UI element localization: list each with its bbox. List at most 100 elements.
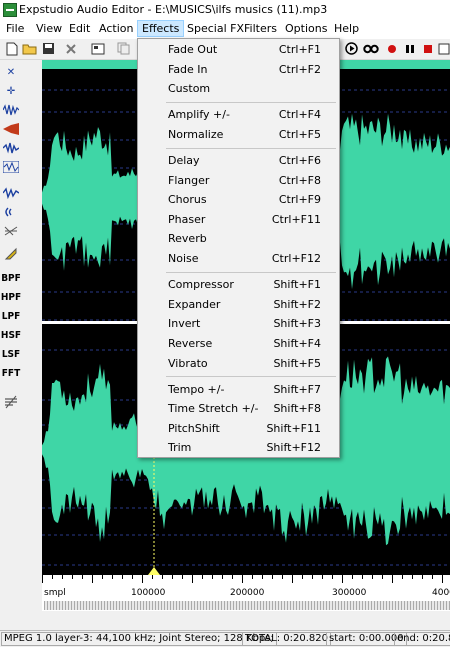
menu-item-label: Amplify +/-: [168, 108, 230, 122]
menu-item-flanger[interactable]: Flanger Ctrl+F8: [138, 171, 339, 190]
fft-button[interactable]: FFT: [2, 365, 20, 381]
menu-item-label: Normalize: [168, 127, 224, 141]
waveform-view-icon[interactable]: [2, 102, 20, 118]
echo-icon[interactable]: [2, 185, 20, 201]
menu-effects[interactable]: Effects: [137, 20, 185, 37]
effects-menu: Fade Out Ctrl+F1 Fade In Ctrl+F2 Custom Ampli…: [137, 38, 340, 458]
bpf-filter-button[interactable]: BPF: [1, 270, 21, 286]
loop-icon[interactable]: [362, 41, 380, 56]
play-cursor-marker: [148, 567, 160, 575]
fade-icon[interactable]: [2, 121, 20, 137]
menu-item-label: Delay: [168, 154, 200, 167]
menu-item-fade-in[interactable]: Fade In Ctrl+F2: [138, 60, 339, 79]
stop-icon[interactable]: [420, 41, 435, 56]
copy-icon[interactable]: [116, 41, 131, 56]
menu-item-pitchshift[interactable]: PitchShift Shift+F11: [138, 419, 339, 438]
menu-item-label: Fade In: [168, 62, 208, 76]
zoom-full-icon[interactable]: ✕: [2, 64, 20, 80]
menu-item-chorus[interactable]: Chorus Ctrl+F9: [138, 190, 339, 209]
menu-item-trim[interactable]: Trim Shift+F12: [138, 438, 339, 457]
menu-item-shortcut: Ctrl+F12: [271, 252, 321, 265]
title-bar: Expstudio Audio Editor - E:\MUSICS\ilfs …: [0, 0, 450, 20]
ruler-tick-label: 100000: [131, 588, 166, 598]
left-toolbar: ✕ ✛ BPF HPF LPF HSF LSF FFT: [0, 60, 21, 630]
lsf-filter-button[interactable]: LSF: [2, 346, 20, 362]
selection-end: end: 0:20.82: [394, 632, 450, 646]
menu-item-shortcut: Ctrl+F1: [278, 43, 321, 56]
menu-item-shortcut: Ctrl+F6: [278, 154, 321, 167]
menu-separator: [166, 101, 336, 103]
normalize-icon[interactable]: [2, 159, 20, 175]
menu-item-shortcut: Ctrl+F2: [278, 62, 321, 76]
menu-options[interactable]: Options: [285, 22, 327, 35]
menu-item-shortcut: Shift+F8: [273, 402, 321, 416]
ruler-tick-label: 300000: [332, 588, 367, 598]
menu-item-shortcut: Shift+F7: [273, 382, 321, 396]
menu-item-label: Compressor: [168, 278, 234, 292]
menu-item-invert[interactable]: Invert Shift+F3: [138, 314, 339, 333]
record-icon[interactable]: [384, 41, 399, 56]
menu-item-shortcut: Shift+F2: [273, 297, 321, 311]
amplify-icon[interactable]: [2, 140, 20, 156]
menu-item-custom[interactable]: Custom: [138, 79, 339, 98]
menu-item-reverb[interactable]: Reverb: [138, 229, 339, 248]
menu-item-noise[interactable]: Noise Ctrl+F12: [138, 249, 339, 268]
reverb-icon[interactable]: [2, 204, 20, 220]
lpf-filter-button[interactable]: LPF: [2, 308, 20, 324]
menu-separator: [166, 147, 336, 149]
total-length: TOTAL: 0:20.820: [242, 632, 331, 646]
menu-item-shortcut: Ctrl+F9: [278, 193, 321, 207]
menu-item-normalize[interactable]: Normalize Ctrl+F5: [138, 125, 339, 144]
menu-special-fx[interactable]: Special FX: [187, 22, 244, 35]
menu-file[interactable]: File: [6, 22, 24, 35]
menu-item-shortcut: Ctrl+F4: [278, 108, 321, 122]
new-file-icon[interactable]: [4, 41, 19, 56]
menu-item-shortcut: Shift+F3: [273, 317, 321, 331]
menu-item-amplify[interactable]: Amplify +/- Ctrl+F4: [138, 105, 339, 124]
menu-filters[interactable]: Filters: [244, 22, 277, 35]
menu-item-delay[interactable]: Delay Ctrl+F6: [138, 151, 339, 170]
menu-separator: [166, 376, 336, 378]
hsf-filter-button[interactable]: HSF: [1, 327, 21, 343]
pause-icon[interactable]: [402, 41, 417, 56]
menu-item-vibrato[interactable]: Vibrato Shift+F5: [138, 354, 339, 373]
zoom-in-icon[interactable]: ✛: [2, 83, 20, 99]
menu-item-expander[interactable]: Expander Shift+F2: [138, 295, 339, 314]
menu-item-label: PitchShift: [168, 421, 220, 435]
hpf-filter-button[interactable]: HPF: [1, 289, 21, 305]
menu-item-label: Fade Out: [168, 43, 218, 56]
menu-separator: [166, 271, 336, 273]
menu-item-label: Noise: [168, 252, 199, 265]
menu-action[interactable]: Action: [99, 22, 133, 35]
horizontal-scrollbar[interactable]: [44, 601, 450, 610]
stop-all-icon[interactable]: [436, 41, 450, 56]
format-info: MPEG 1.0 layer-3: 44,100 kHz; Joint Ster…: [1, 632, 277, 646]
flanger-icon[interactable]: [2, 223, 20, 239]
menu-item-label: Invert: [168, 317, 201, 331]
menu-edit[interactable]: Edit: [69, 22, 90, 35]
properties-icon[interactable]: [90, 41, 105, 56]
cut-icon[interactable]: [63, 41, 78, 56]
play-icon[interactable]: [344, 41, 359, 56]
menu-item-reverse[interactable]: Reverse Shift+F4: [138, 334, 339, 353]
save-icon[interactable]: [41, 41, 56, 56]
status-bar: MPEG 1.0 layer-3: 44,100 kHz; Joint Ster…: [0, 630, 450, 647]
menu-item-compressor[interactable]: Compressor Shift+F1: [138, 275, 339, 294]
menu-item-shortcut: Ctrl+F11: [271, 212, 321, 226]
ruler-ticks: [42, 575, 443, 583]
menu-view[interactable]: View: [36, 22, 62, 35]
menu-item-shortcut: Shift+F1: [273, 278, 321, 292]
menu-item-fade-out[interactable]: Fade Out Ctrl+F1: [138, 40, 339, 59]
menu-item-label: Vibrato: [168, 356, 208, 370]
menu-item-label: Expander: [168, 297, 221, 311]
menu-help[interactable]: Help: [334, 22, 359, 35]
spectrum-icon[interactable]: [2, 394, 20, 410]
open-folder-icon[interactable]: [22, 41, 37, 56]
menu-item-phaser[interactable]: Phaser Ctrl+F11: [138, 210, 339, 229]
menu-bar: File View Edit Action Effects Special FX…: [0, 20, 450, 39]
menu-item-label: Tempo +/-: [168, 382, 225, 396]
menu-item-time-stretch[interactable]: Time Stretch +/- Shift+F8: [138, 399, 339, 418]
menu-item-tempo[interactable]: Tempo +/- Shift+F7: [138, 380, 339, 399]
marker-icon[interactable]: [2, 246, 20, 262]
menu-item-label: Reverb: [168, 232, 207, 246]
